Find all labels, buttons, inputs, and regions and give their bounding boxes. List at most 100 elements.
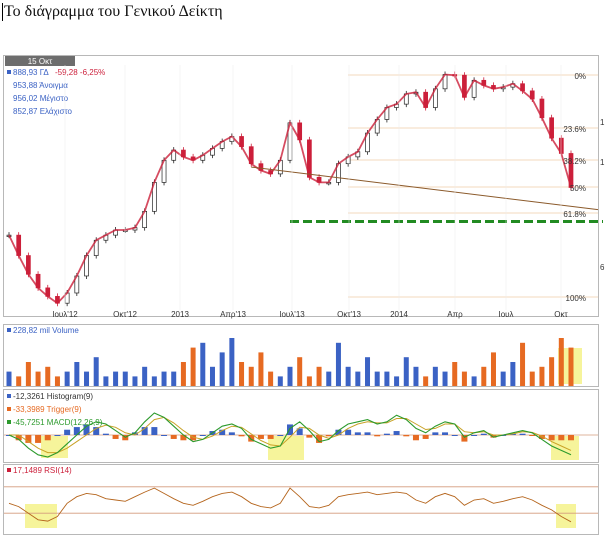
volume-bar-23: [229, 338, 235, 386]
macd-histogram-bar-46: [451, 435, 458, 436]
fib-label-382: 38.2%: [563, 157, 586, 166]
rsi-legend: 17,1489 RSI(14): [7, 466, 72, 475]
x-tick-label-7: Απρ: [447, 310, 463, 319]
highlight-box-6: [556, 504, 576, 528]
macd-legend-macd: -45,7251 MACD(12,26,9): [13, 418, 103, 427]
price-legend-change: -59,28 -6,25%: [55, 68, 105, 77]
volume-bar-56: [549, 357, 555, 386]
volume-legend-text: 228,82 mil Volume: [13, 326, 79, 335]
volume-bar-50: [490, 352, 496, 386]
volume-bar-53: [520, 342, 526, 386]
x-tick-label-3: Απρ'13: [220, 310, 246, 319]
volume-bar-39: [384, 371, 390, 386]
volume-bar-54: [529, 371, 535, 386]
fib-label-0: 0%: [574, 72, 586, 81]
volume-bar-30: [297, 357, 303, 386]
macd-histogram-bar-37: [364, 432, 371, 435]
volume-bar-31: [306, 376, 312, 386]
volume-bar-8: [84, 371, 90, 386]
macd-histogram-bar-45: [442, 432, 449, 435]
volume-bar-7: [74, 362, 80, 386]
page-title: Το διάγραμμα του Γενικού Δείκτη: [2, 3, 223, 21]
x-tick-label-1: Οκτ'12: [113, 310, 137, 319]
macd-legend-swatch-histogram: [7, 394, 11, 398]
volume-bar-20: [200, 342, 206, 386]
macd-histogram-bar-44: [432, 432, 439, 435]
macd-histogram-bar-28: [277, 435, 284, 436]
volume-bar-35: [345, 366, 351, 386]
price-legend-low: 852,87 Ελάχιστο: [13, 107, 72, 116]
macd-legend-swatch-trigger: [7, 407, 11, 411]
volume-bar-48: [471, 376, 477, 386]
x-tick-label-8: Ιουλ: [498, 310, 513, 319]
chart-frame[interactable]: 15 Οκτ 888,93 ΓΔ -59,28 -6,25% 953,88 Άν…: [3, 55, 606, 536]
macd-histogram-bar-26: [257, 435, 264, 439]
volume-bar-18: [180, 362, 186, 386]
macd-histogram-bar-16: [161, 435, 168, 436]
volume-bar-43: [423, 376, 429, 386]
macd-histogram-bar-5: [54, 435, 61, 436]
volume-bar-16: [161, 371, 167, 386]
volume-bar-49: [481, 366, 487, 386]
macd-histogram-bar-15: [151, 427, 158, 435]
macd-histogram-bar-38: [374, 435, 381, 437]
volume-bar-2: [25, 362, 31, 386]
volume-bar-45: [442, 371, 448, 386]
volume-bar-1: [16, 376, 22, 386]
x-tick-label-6: 2014: [390, 310, 408, 319]
macd-histogram-bar-11: [112, 435, 119, 439]
macd-histogram-bar-17: [170, 435, 177, 439]
volume-bar-9: [93, 357, 99, 386]
chart-canvas[interactable]: 15 Οκτ 888,93 ΓΔ -59,28 -6,25% 953,88 Άν…: [3, 55, 606, 536]
date-badge: 15 Οκτ: [5, 56, 75, 66]
volume-bar-57: [558, 338, 564, 386]
volume-bar-26: [258, 352, 264, 386]
macd-histogram-bar-53: [519, 433, 526, 435]
volume-bar-34: [335, 342, 341, 386]
fib-label-100: 100%: [566, 294, 586, 303]
price-legend-open: 953,88 Άνοιγμα: [13, 81, 68, 90]
volume-bar-12: [122, 371, 128, 386]
volume-bar-17: [171, 371, 177, 386]
volume-bar-13: [132, 376, 138, 386]
macd-histogram-bar-4: [44, 435, 51, 441]
volume-bar-6: [64, 371, 70, 386]
volume-bar-15: [151, 376, 157, 386]
volume-bar-58: [568, 347, 574, 386]
volume-bar-14: [142, 366, 148, 386]
volume-legend: 228,82 mil Volume: [7, 326, 79, 335]
volume-bar-36: [355, 371, 361, 386]
volume-legend-swatch: [7, 328, 11, 332]
price-panel[interactable]: [3, 55, 599, 317]
macd-histogram-bar-35: [345, 429, 352, 435]
macd-histogram-bar-29: [287, 424, 293, 435]
fib-label-618: 61.8%: [563, 210, 586, 219]
volume-bar-51: [500, 371, 506, 386]
macd-histogram-bar-57: [558, 435, 565, 441]
volume-bar-29: [287, 366, 293, 386]
macd-histogram-bar-48: [471, 435, 478, 436]
volume-bar-22: [219, 352, 225, 386]
volume-bar-38: [374, 371, 380, 386]
x-tick-label-4: Ιουλ'13: [279, 310, 305, 319]
volume-bar-41: [403, 357, 409, 386]
macd-histogram-bar-49: [480, 433, 487, 435]
volume-bar-44: [432, 366, 438, 386]
volume-bar-24: [239, 362, 245, 386]
macd-histogram-bar-56: [548, 435, 555, 441]
volume-bar-10: [103, 376, 109, 386]
macd-histogram-bar-43: [422, 435, 429, 439]
volume-bar-5: [54, 376, 60, 386]
volume-bar-11: [113, 371, 119, 386]
volume-bar-42: [413, 366, 419, 386]
price-legend-close: 888,93 ΓΔ: [13, 68, 49, 77]
x-tick-label-0: Ιουλ'12: [52, 310, 78, 319]
volume-bar-19: [190, 347, 196, 386]
volume-bar-55: [539, 366, 545, 386]
right-axis-fragment-2: 1: [600, 158, 605, 167]
macd-histogram-bar-10: [102, 433, 109, 435]
volume-bar-32: [316, 366, 322, 386]
volume-bar-37: [365, 357, 371, 386]
volume-bar-28: [277, 376, 283, 386]
fib-label-236: 23.6%: [563, 125, 586, 134]
